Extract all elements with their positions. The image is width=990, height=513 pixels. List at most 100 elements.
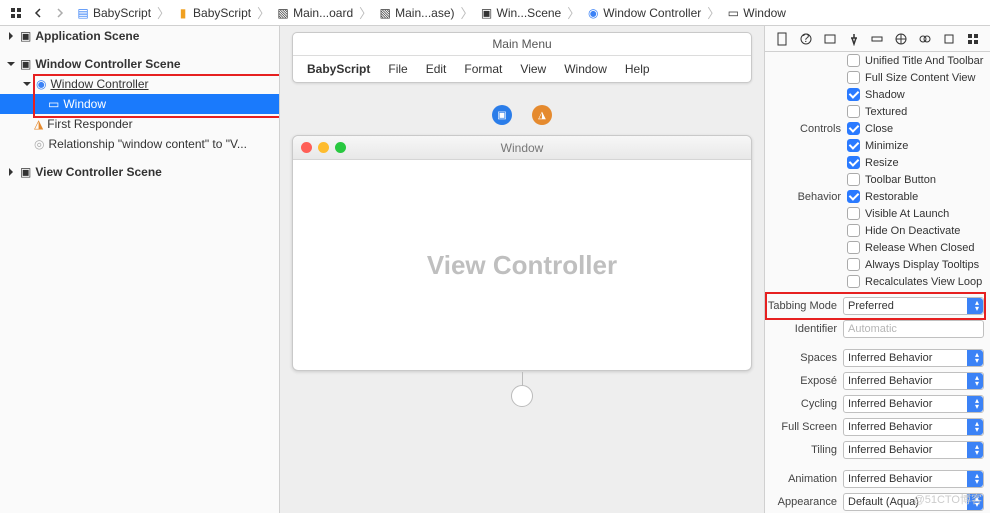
checkbox[interactable] [847, 190, 860, 203]
tree-first-responder[interactable]: ◮First Responder [0, 114, 279, 134]
chevron-down-icon[interactable] [6, 59, 16, 69]
crumb-controller[interactable]: ◉Window Controller [582, 6, 705, 20]
select-control[interactable]: Inferred Behavior▴▾ [843, 441, 984, 459]
inspector-checkbox-row: Unified Title And Toolbar [765, 52, 990, 69]
text-field[interactable]: Automatic [843, 320, 984, 338]
menu-item[interactable]: BabyScript [307, 62, 370, 76]
inspector-property-row: TilingInferred Behavior▴▾ [765, 438, 990, 461]
tree-relationship[interactable]: ◎Relationship "window content" to "V... [0, 134, 279, 154]
object-library-tab[interactable] [964, 30, 982, 48]
zoom-dot-icon[interactable] [335, 142, 346, 153]
menu-item[interactable]: Window [564, 62, 607, 76]
menu-item[interactable]: Edit [426, 62, 447, 76]
inspector-checkbox-row: Textured [765, 103, 990, 120]
responder-icon: ◮ [34, 117, 43, 131]
checkbox[interactable] [847, 173, 860, 186]
file-inspector-tab[interactable] [773, 30, 791, 48]
project-icon: ▤ [76, 6, 90, 20]
crumb-base[interactable]: ▧Main...ase) [374, 6, 458, 20]
minimize-dot-icon[interactable] [318, 142, 329, 153]
crumb-window[interactable]: ▭Window [722, 6, 790, 20]
menu-item[interactable]: View [520, 62, 546, 76]
inspector-checkbox-row: Toolbar Button [765, 171, 990, 188]
relationship-icon: ◎ [34, 137, 44, 151]
inspector-group-label: Behavior [769, 191, 847, 203]
property-label: Tabbing Mode [765, 300, 843, 312]
responder-dock-icon[interactable]: ◮ [532, 105, 552, 125]
property-label: Animation [765, 473, 843, 485]
checkbox-label: Release When Closed [865, 242, 974, 254]
menu-item[interactable]: Help [625, 62, 650, 76]
tree-app-scene[interactable]: ▣Application Scene [0, 26, 279, 46]
chevron-right-icon[interactable] [6, 167, 16, 177]
select-control[interactable]: Inferred Behavior▴▾ [843, 372, 984, 390]
segue-handle[interactable] [511, 385, 533, 407]
checkbox-label: Close [865, 123, 893, 135]
checkbox[interactable] [847, 122, 860, 135]
select-control[interactable]: Inferred Behavior▴▾ [843, 349, 984, 367]
crumb-folder[interactable]: ▮BabyScript [172, 6, 255, 20]
menu-item[interactable]: Format [464, 62, 502, 76]
inspector-tabs: ? [765, 26, 990, 52]
attributes-inspector-tab[interactable] [845, 30, 863, 48]
scene-icon: ▣ [20, 57, 31, 71]
checkbox-label: Minimize [865, 140, 908, 152]
checkbox[interactable] [847, 71, 860, 84]
chevron-right-icon[interactable] [6, 31, 16, 41]
select-control[interactable]: Preferred▴▾ [843, 297, 984, 315]
storyboard-icon: ▧ [378, 6, 392, 20]
back-button[interactable] [28, 4, 48, 22]
storyboard-icon: ▧ [276, 6, 290, 20]
property-label: Identifier [765, 323, 843, 335]
inspector-property-row: ExposéInferred Behavior▴▾ [765, 369, 990, 392]
effects-inspector-tab[interactable] [940, 30, 958, 48]
checkbox[interactable] [847, 207, 860, 220]
select-control[interactable]: Inferred Behavior▴▾ [843, 470, 984, 488]
tree-vc-scene[interactable]: ▣View Controller Scene [0, 162, 279, 182]
select-control[interactable]: Inferred Behavior▴▾ [843, 418, 984, 436]
checkbox-label: Hide On Deactivate [865, 225, 960, 237]
watermark: @51CTO博客 [914, 491, 982, 507]
canvas[interactable]: Main Menu BabyScript File Edit Format Vi… [280, 26, 765, 513]
scene-icon: ▣ [20, 165, 31, 179]
checkbox-label: Full Size Content View [865, 72, 975, 84]
select-control[interactable]: Inferred Behavior▴▾ [843, 395, 984, 413]
menu-item[interactable]: File [388, 62, 407, 76]
checkbox[interactable] [847, 258, 860, 271]
close-dot-icon[interactable] [301, 142, 312, 153]
crumb-storyboard[interactable]: ▧Main...oard [272, 6, 357, 20]
chevron-down-icon[interactable] [22, 79, 32, 89]
window-icon: ▭ [726, 6, 740, 20]
tree-wc[interactable]: ◉Window Controller [0, 74, 279, 94]
controller-dock-icon[interactable]: ▣ [492, 105, 512, 125]
crumb-project[interactable]: ▤BabyScript [72, 6, 155, 20]
checkbox[interactable] [847, 105, 860, 118]
forward-button[interactable] [50, 4, 70, 22]
main-menu-object[interactable]: Main Menu BabyScript File Edit Format Vi… [292, 32, 752, 83]
checkbox[interactable] [847, 139, 860, 152]
inspector-checkbox-row: Release When Closed [765, 239, 990, 256]
help-inspector-tab[interactable]: ? [797, 30, 815, 48]
window-titlebar: Window [293, 136, 751, 160]
connections-inspector-tab[interactable] [892, 30, 910, 48]
window-object[interactable]: Window View Controller [292, 135, 752, 371]
inspector-property-row: SpacesInferred Behavior▴▾ [765, 346, 990, 369]
checkbox[interactable] [847, 156, 860, 169]
crumb-scene[interactable]: ▣Win...Scene [476, 6, 566, 20]
checkbox[interactable] [847, 224, 860, 237]
related-items-icon[interactable] [6, 4, 26, 22]
checkbox-label: Textured [865, 106, 907, 118]
size-inspector-tab[interactable] [868, 30, 886, 48]
inspector-checkbox-row: Recalculates View Loop [765, 273, 990, 290]
checkbox[interactable] [847, 54, 860, 67]
checkbox[interactable] [847, 275, 860, 288]
checkbox-label: Recalculates View Loop [865, 276, 982, 288]
checkbox[interactable] [847, 241, 860, 254]
folder-icon: ▮ [176, 6, 190, 20]
bindings-inspector-tab[interactable] [916, 30, 934, 48]
window-content[interactable]: View Controller [293, 160, 751, 370]
tree-window[interactable]: ▭Window [0, 94, 279, 114]
checkbox[interactable] [847, 88, 860, 101]
tree-wc-scene[interactable]: ▣Window Controller Scene [0, 54, 279, 74]
identity-inspector-tab[interactable] [821, 30, 839, 48]
